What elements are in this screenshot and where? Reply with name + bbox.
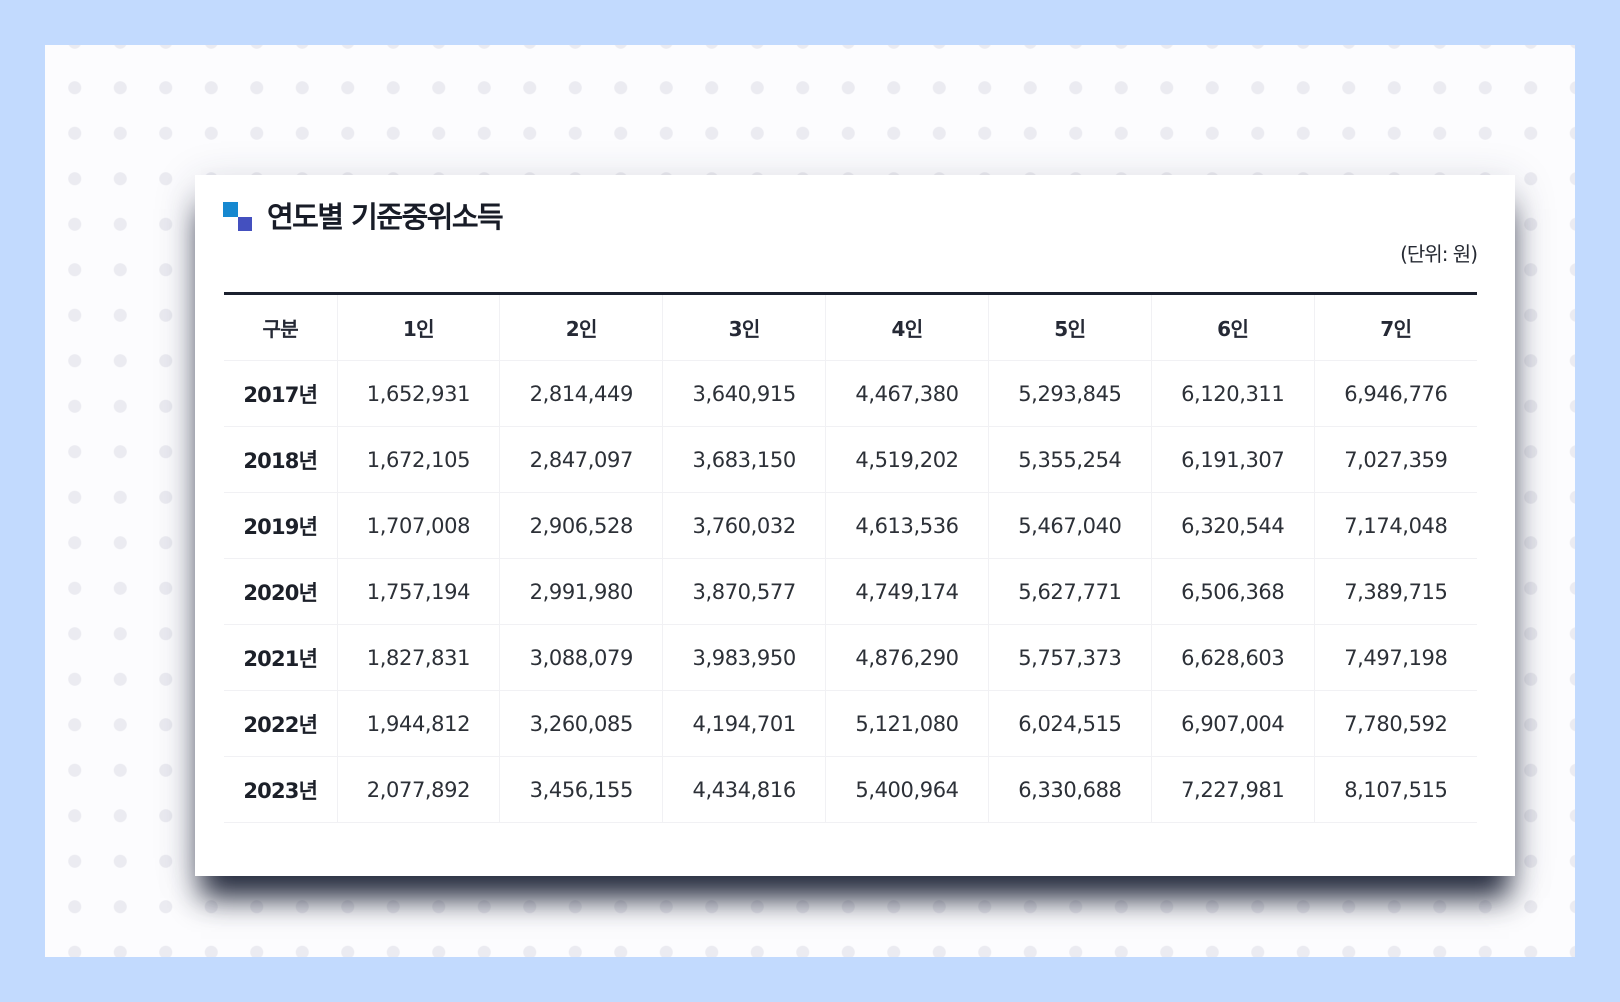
column-header-3-person: 3인 <box>662 293 826 361</box>
table-row: 2019년 1,707,008 2,906,528 3,760,032 4,61… <box>224 492 1478 559</box>
row-year-cell: 2022년 <box>224 690 337 757</box>
row-year-cell: 2023년 <box>224 756 337 823</box>
table-row: 2018년 1,672,105 2,847,097 3,683,150 4,51… <box>224 426 1478 493</box>
row-year-cell: 2021년 <box>224 624 337 691</box>
income-cell: 2,847,097 <box>499 426 663 493</box>
income-cell: 4,467,380 <box>825 360 989 427</box>
row-year-cell: 2017년 <box>224 360 337 427</box>
income-cell: 3,456,155 <box>499 756 663 823</box>
card-header: 연도별 기준중위소득 <box>223 197 504 237</box>
two-square-bullet-icon <box>223 202 253 232</box>
income-cell: 6,191,307 <box>1150 426 1315 493</box>
income-cell: 1,707,008 <box>336 492 500 559</box>
income-cell: 3,760,032 <box>662 492 826 559</box>
income-cell: 3,870,577 <box>662 558 826 625</box>
bullet-square-top <box>223 202 238 217</box>
income-cell: 6,946,776 <box>1313 360 1478 427</box>
income-cell: 7,174,048 <box>1313 492 1478 559</box>
income-cell: 1,757,194 <box>336 558 500 625</box>
table-row: 2020년 1,757,194 2,991,980 3,870,577 4,74… <box>224 558 1478 625</box>
table-row: 2023년 2,077,892 3,456,155 4,434,816 5,40… <box>224 756 1478 823</box>
income-cell: 1,672,105 <box>336 426 500 493</box>
income-cell: 6,506,368 <box>1150 558 1315 625</box>
income-cell: 5,121,080 <box>825 690 989 757</box>
column-header-6-person: 6인 <box>1150 293 1315 361</box>
income-cell: 7,227,981 <box>1150 756 1315 823</box>
column-header-5-person: 5인 <box>987 293 1152 361</box>
row-year-cell: 2019년 <box>224 492 337 559</box>
column-header-1-person: 1인 <box>336 293 500 361</box>
income-cell: 8,107,515 <box>1313 756 1478 823</box>
income-cell: 4,194,701 <box>662 690 826 757</box>
income-cell: 5,293,845 <box>987 360 1152 427</box>
income-cell: 1,652,931 <box>336 360 500 427</box>
income-cell: 5,355,254 <box>987 426 1152 493</box>
income-cell: 6,024,515 <box>987 690 1152 757</box>
income-cell: 6,330,688 <box>987 756 1152 823</box>
row-year-cell: 2020년 <box>224 558 337 625</box>
income-cell: 3,260,085 <box>499 690 663 757</box>
table-header-row: 구분 1인 2인 3인 4인 5인 6인 7인 <box>224 293 1478 361</box>
unit-label: (단위: 원) <box>1400 242 1478 266</box>
income-cell: 3,640,915 <box>662 360 826 427</box>
income-cell: 2,814,449 <box>499 360 663 427</box>
row-year-cell: 2018년 <box>224 426 337 493</box>
column-header-7-person: 7인 <box>1313 293 1478 361</box>
income-cell: 7,780,592 <box>1313 690 1478 757</box>
table-row: 2017년 1,652,931 2,814,449 3,640,915 4,46… <box>224 360 1478 427</box>
column-header-category: 구분 <box>224 293 337 361</box>
income-cell: 1,944,812 <box>336 690 500 757</box>
income-cell: 3,983,950 <box>662 624 826 691</box>
median-income-table: 구분 1인 2인 3인 4인 5인 6인 7인 2017년 1,652,931 … <box>224 292 1478 823</box>
income-cell: 5,400,964 <box>825 756 989 823</box>
income-cell: 4,519,202 <box>825 426 989 493</box>
income-cell: 6,628,603 <box>1150 624 1315 691</box>
income-cell: 1,827,831 <box>336 624 500 691</box>
income-cell: 7,389,715 <box>1313 558 1478 625</box>
dotted-canvas: 연도별 기준중위소득 (단위: 원) 구분 1인 2인 3인 4인 5인 6인 … <box>45 45 1575 957</box>
income-cell: 3,683,150 <box>662 426 826 493</box>
income-cell: 4,434,816 <box>662 756 826 823</box>
income-cell: 3,088,079 <box>499 624 663 691</box>
income-card: 연도별 기준중위소득 (단위: 원) 구분 1인 2인 3인 4인 5인 6인 … <box>195 175 1515 876</box>
bullet-square-bottom <box>238 217 252 231</box>
income-cell: 7,027,359 <box>1313 426 1478 493</box>
income-cell: 5,467,040 <box>987 492 1152 559</box>
income-cell: 2,077,892 <box>336 756 500 823</box>
income-cell: 6,320,544 <box>1150 492 1315 559</box>
card-title: 연도별 기준중위소득 <box>267 200 504 234</box>
income-cell: 6,120,311 <box>1150 360 1315 427</box>
income-cell: 5,627,771 <box>987 558 1152 625</box>
income-cell: 2,991,980 <box>499 558 663 625</box>
income-cell: 4,749,174 <box>825 558 989 625</box>
table-row: 2022년 1,944,812 3,260,085 4,194,701 5,12… <box>224 690 1478 757</box>
income-cell: 4,613,536 <box>825 492 989 559</box>
table-row: 2021년 1,827,831 3,088,079 3,983,950 4,87… <box>224 624 1478 691</box>
income-cell: 7,497,198 <box>1313 624 1478 691</box>
income-cell: 2,906,528 <box>499 492 663 559</box>
income-cell: 6,907,004 <box>1150 690 1315 757</box>
income-cell: 5,757,373 <box>987 624 1152 691</box>
income-cell: 4,876,290 <box>825 624 989 691</box>
column-header-4-person: 4인 <box>825 293 989 361</box>
column-header-2-person: 2인 <box>499 293 663 361</box>
